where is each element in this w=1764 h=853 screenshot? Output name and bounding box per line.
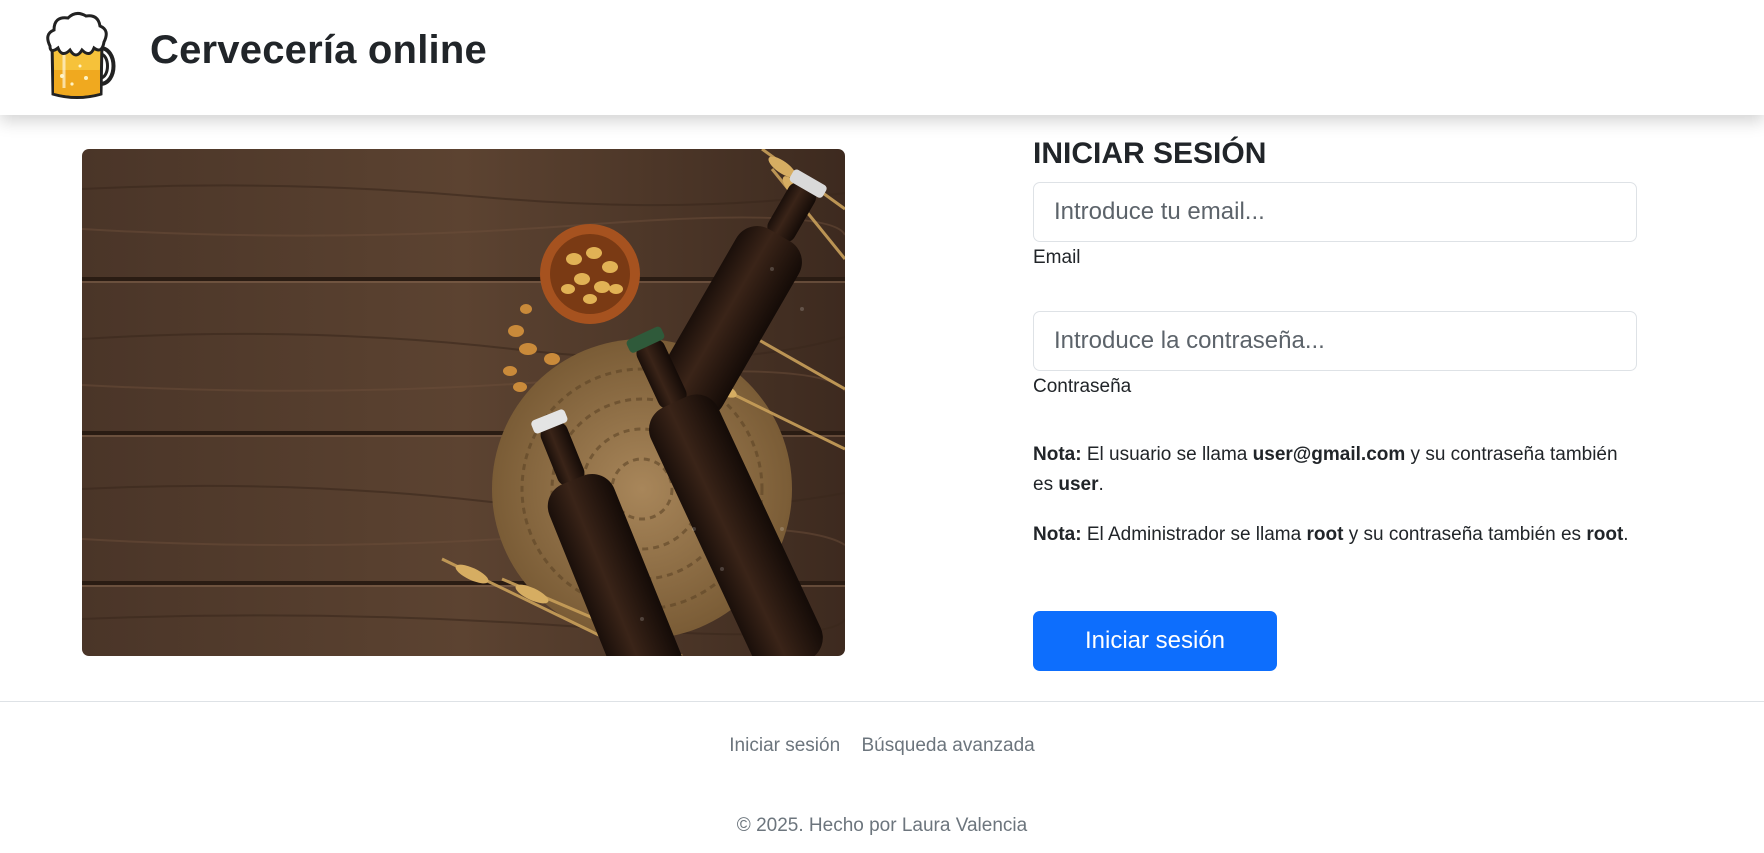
note-admin: Nota: El Administrador se llama root y s… [1033, 520, 1637, 550]
footer-link-advanced-search[interactable]: Búsqueda avanzada [861, 735, 1034, 756]
note-user: Nota: El usuario se llama user@gmail.com… [1033, 440, 1637, 500]
password-input[interactable] [1033, 311, 1637, 371]
beer-bottles-photo [82, 149, 845, 656]
note-admin-text-a: El Administrador se llama [1081, 524, 1307, 545]
login-title: INICIAR SESIÓN [1033, 137, 1267, 170]
brand-title[interactable]: Cervecería online [150, 28, 487, 73]
copyright: © 2025. Hecho por Laura Valencia [736, 815, 1028, 836]
email-label: Email [1033, 247, 1081, 268]
note-user-end: . [1098, 474, 1104, 495]
beer-mug-icon[interactable] [46, 10, 120, 100]
note-user-prefix: Nota: [1033, 444, 1082, 465]
note-user-email: user@gmail.com [1252, 444, 1406, 465]
note-admin-password: root [1586, 524, 1624, 545]
note-admin-user: root [1306, 524, 1344, 545]
note-admin-prefix: Nota: [1033, 524, 1082, 545]
password-label: Contraseña [1033, 376, 1132, 397]
footer-divider [0, 701, 1764, 702]
login-submit-button[interactable]: Iniciar sesión [1033, 611, 1277, 671]
email-input[interactable] [1033, 182, 1637, 242]
note-user-text-a: El usuario se llama [1081, 444, 1253, 465]
footer-nav: Iniciar sesión Búsqueda avanzada [0, 735, 1764, 757]
login-form: INICIAR SESIÓN Email Contraseña Nota: El… [1033, 136, 1637, 550]
note-admin-text-b: y su contraseña también es [1343, 524, 1587, 545]
navbar: Cervecería online [0, 0, 1764, 115]
footer-link-login[interactable]: Iniciar sesión [729, 735, 840, 756]
note-user-password: user [1058, 474, 1099, 495]
note-admin-end: . [1623, 524, 1629, 545]
